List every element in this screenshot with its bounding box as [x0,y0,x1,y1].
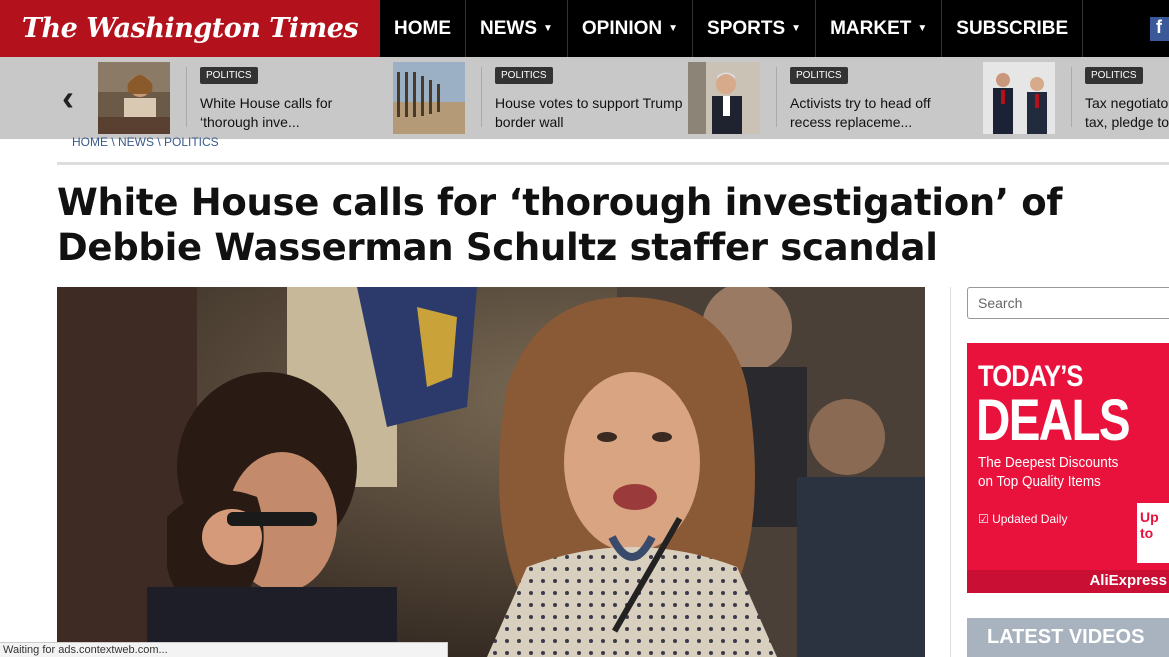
card-divider [481,67,482,127]
ad-subtext: The Deepest Discounts on Top Quality Ite… [978,454,1119,490]
chevron-down-icon: ▼ [791,23,802,34]
browser-status-bar: Waiting for ads.contextweb.com... [0,642,448,657]
chevron-down-icon: ▼ [668,23,679,34]
category-badge[interactable]: POLITICS [790,67,848,84]
nav-subscribe[interactable]: SUBSCRIBE [942,0,1084,57]
search-input[interactable] [967,287,1169,319]
site-logo[interactable]: The Washington Times [0,0,380,57]
chevron-down-icon: ▼ [917,23,928,34]
card-thumbnail-1[interactable] [98,62,170,134]
ad-headline-2: DEALS [976,388,1131,453]
card-divider [186,67,187,127]
card-divider [776,67,777,127]
nav-home[interactable]: HOME [380,0,466,57]
chevron-left-icon[interactable]: ‹ [62,79,92,117]
site-logo-text: The Washington Times [21,13,359,44]
headline-carousel: ‹ POLITICS White House calls for ‘thorou… [0,57,1169,139]
advertisement-banner[interactable]: TODAY’S DEALS The Deepest Discounts on T… [967,343,1169,593]
card-title-4[interactable]: Tax negotiato tax, pledge to [1085,94,1169,132]
top-navigation-bar: The Washington Times HOME NEWS ▼ OPINION ▼… [0,0,1169,57]
card-divider [1071,67,1072,127]
card-title-2[interactable]: House votes to support Trump border wall [495,94,685,132]
category-badge[interactable]: POLITICS [495,67,553,84]
ad-upto-tag: Up to [1137,503,1169,563]
page-title: White House calls for ‘thorough investig… [57,181,1063,269]
card-title-1[interactable]: White House calls for ‘thorough inve... [200,94,390,132]
divider [57,162,1169,165]
article-photo[interactable] [57,287,925,657]
nav-market[interactable]: MARKET ▼ [816,0,943,57]
nav-news[interactable]: NEWS ▼ [466,0,568,57]
facebook-icon[interactable]: f [1150,17,1169,41]
card-thumbnail-3[interactable] [688,62,760,134]
card-thumbnail-4[interactable] [983,62,1055,134]
ad-updated: ☑ Updated Daily [978,512,1068,526]
nav-sports[interactable]: SPORTS ▼ [693,0,817,57]
category-badge[interactable]: POLITICS [1085,67,1143,84]
chevron-down-icon: ▼ [543,23,553,34]
main-nav: HOME NEWS ▼ OPINION ▼ SPORTS ▼ MARKET ▼ SUBS… [380,0,1084,57]
sidebar-divider [950,287,951,657]
card-thumbnail-2[interactable] [393,62,465,134]
ad-footer: AliExpress [967,570,1169,593]
latest-videos-header[interactable]: LATEST VIDEOS [967,618,1169,657]
category-badge[interactable]: POLITICS [200,67,258,84]
breadcrumb[interactable]: HOME \ NEWS \ POLITICS [72,135,219,149]
ad-brand-logo: AliExpress [1089,572,1167,589]
card-title-3[interactable]: Activists try to head off recess replace… [790,94,980,132]
nav-opinion[interactable]: OPINION ▼ [568,0,694,57]
